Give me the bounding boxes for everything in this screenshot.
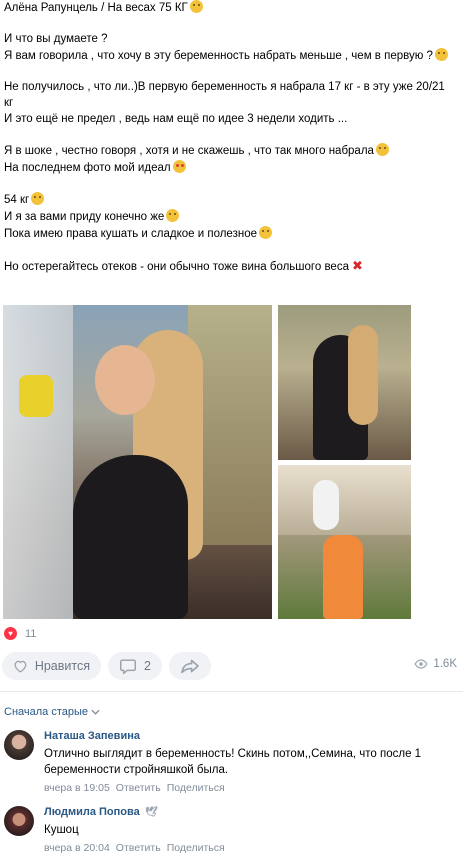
smile-emoji-icon <box>434 48 448 62</box>
red-x-icon: ✖ <box>351 258 363 274</box>
comment-text: Кушоц <box>44 824 79 836</box>
comment-icon <box>120 659 136 674</box>
divider <box>0 691 463 692</box>
avatar[interactable] <box>4 806 34 836</box>
comment-time[interactable]: вчера в 19:05 <box>44 782 110 794</box>
eye-icon <box>414 659 428 669</box>
post-line: Я в шоке , честно говоря , хотя и не ска… <box>4 143 460 160</box>
views-counter: 1.6K <box>414 658 457 670</box>
reactions-count: 11 <box>25 627 37 640</box>
avatar[interactable] <box>4 730 34 760</box>
comment-author[interactable]: Наташа Запевина <box>44 730 459 742</box>
reactions-summary[interactable]: ♥ 11 <box>4 627 36 640</box>
post-line: И это ещё не предел , ведь нам ещё по ид… <box>4 112 348 125</box>
post-line: Алёна Рапунцель / На весах 75 КГ <box>4 0 460 17</box>
photo-main[interactable] <box>3 305 272 619</box>
smile-emoji-icon <box>31 192 45 206</box>
post-line: Не получилось , что ли..)В первую береме… <box>4 81 445 94</box>
comment-time[interactable]: вчера в 20:04 <box>44 842 110 854</box>
like-button[interactable]: Нравится <box>2 652 101 680</box>
photo-bottom-right[interactable] <box>278 465 411 619</box>
post-line: На последнем фото мой идеал <box>4 159 460 177</box>
sort-label: Сначала старые <box>4 706 89 718</box>
post-line: И что вы думаете ? <box>4 33 108 46</box>
post-blank-line <box>4 177 460 193</box>
post-line: Но остерегайтесь отеков - они обычно тож… <box>4 258 363 274</box>
heart-icon: ♥ <box>4 627 17 640</box>
post-text: Алёна Рапунцель / На весах 75 КГ И что в… <box>4 0 460 276</box>
comment-text: Отлично выглядит в беременность! Скинь п… <box>44 748 422 776</box>
party-emoji-icon <box>166 209 180 223</box>
smile-emoji-icon <box>259 225 272 239</box>
share-button[interactable] <box>169 652 211 680</box>
dizzy-emoji-icon <box>189 0 203 13</box>
share-icon <box>181 659 199 674</box>
chevron-down-icon <box>91 709 100 715</box>
share-link[interactable]: Поделиться <box>167 842 225 854</box>
bird-icon: 🕊 <box>144 806 158 818</box>
post-blank-line <box>4 128 460 144</box>
post-line: Пока имею права кушать и сладкое и полез… <box>4 225 460 243</box>
post-blank-line <box>4 65 460 81</box>
post-line: Я вам говорила , что хочу в эту беременн… <box>4 48 460 65</box>
heart-outline-icon <box>14 660 27 673</box>
reply-link[interactable]: Ответить <box>116 842 161 854</box>
reply-link[interactable]: Ответить <box>116 782 161 794</box>
views-count: 1.6K <box>433 658 457 670</box>
comment-author[interactable]: Людмила Попова 🕊 <box>44 806 459 818</box>
surprised-emoji-icon <box>375 143 389 157</box>
post-line: 54 кг <box>4 192 460 209</box>
comments-sort-dropdown[interactable]: Сначала старые <box>4 706 100 718</box>
share-link[interactable]: Поделиться <box>167 782 225 794</box>
comments-count: 2 <box>144 659 151 673</box>
post-line: И я за вами приду конечно же <box>4 209 460 226</box>
comment-button[interactable]: 2 <box>108 652 162 680</box>
photo-top-right[interactable] <box>278 305 411 460</box>
like-label: Нравится <box>34 659 90 673</box>
post-blank-line <box>4 17 460 33</box>
post-blank-line <box>4 242 460 258</box>
heart-eyes-emoji-icon <box>172 159 186 173</box>
post-line: кг <box>4 97 14 110</box>
